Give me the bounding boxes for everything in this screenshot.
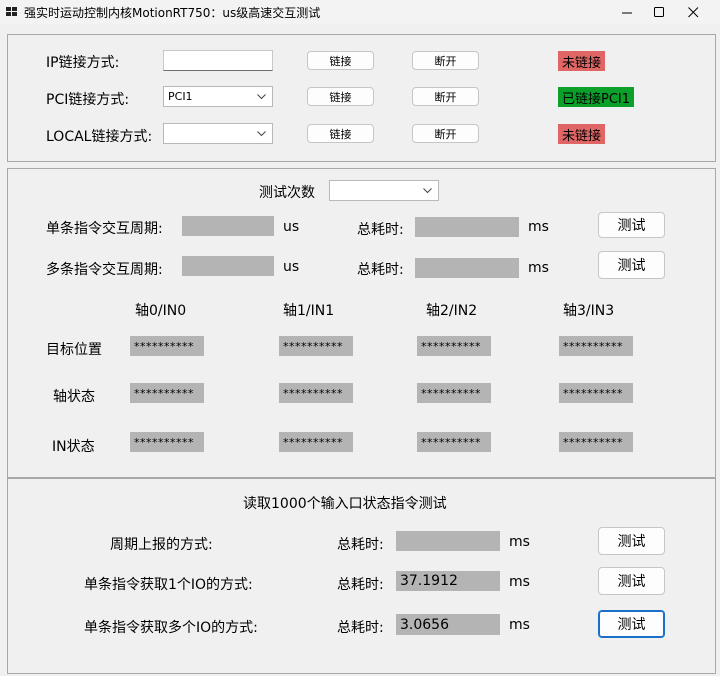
- axis-status-label: 轴状态: [53, 389, 95, 405]
- axis-status-axis0: **********: [130, 383, 204, 403]
- local-disconnect-button[interactable]: 断开: [412, 124, 479, 143]
- axis-status-axis2: **********: [417, 383, 491, 403]
- multi-io-total-value: 3.0656: [396, 614, 500, 635]
- single-test-button[interactable]: 测试: [598, 212, 665, 238]
- single-cycle-value: [182, 216, 274, 236]
- single-cycle-unit: us: [283, 219, 300, 235]
- axis-status-axis3: **********: [559, 383, 633, 403]
- in-status-label: IN状态: [52, 439, 95, 455]
- single-io-total-label: 总耗时:: [337, 577, 384, 593]
- close-icon: [687, 6, 698, 17]
- target-position-axis2: **********: [417, 336, 491, 356]
- axis-status-axis1: **********: [279, 383, 353, 403]
- multi-cycle-value: [182, 256, 274, 276]
- ip-status-badge: 未链接: [558, 51, 606, 71]
- local-connect-button[interactable]: 链接: [307, 124, 374, 143]
- app-icon: [6, 7, 18, 17]
- multi-io-test-button[interactable]: 测试: [598, 610, 665, 638]
- title-bar[interactable]: 强实时运动控制内核MotionRT750：us级高速交互测试: [0, 0, 720, 24]
- single-io-test-button[interactable]: 测试: [598, 567, 665, 595]
- target-position-label: 目标位置: [46, 342, 102, 358]
- pci-select[interactable]: PCI1: [163, 86, 273, 107]
- single-total-value: [415, 217, 519, 237]
- axis-header-0: 轴0/IN0: [135, 303, 187, 319]
- multi-cycle-label: 多条指令交互周期:: [46, 262, 163, 278]
- ip-connect-button[interactable]: 链接: [307, 51, 374, 70]
- io-test-title: 读取1000个输入口状态指令测试: [243, 496, 447, 512]
- periodic-total-unit: ms: [509, 534, 530, 550]
- single-cycle-label: 单条指令交互周期:: [46, 221, 163, 237]
- multi-test-button[interactable]: 测试: [598, 251, 665, 279]
- in-status-axis3: **********: [559, 432, 633, 452]
- single-total-label: 总耗时:: [357, 222, 404, 238]
- local-status-badge: 未链接: [558, 124, 606, 144]
- pci-connect-button[interactable]: 链接: [307, 87, 374, 106]
- window-title: 强实时运动控制内核MotionRT750：us级高速交互测试: [24, 6, 321, 20]
- periodic-report-label: 周期上报的方式:: [110, 537, 213, 553]
- ip-connect-label: IP链接方式:: [46, 55, 120, 71]
- minimize-icon: [621, 12, 632, 13]
- target-position-axis0: **********: [130, 336, 204, 356]
- multi-total-label: 总耗时:: [357, 262, 404, 278]
- single-io-label: 单条指令获取1个IO的方式:: [84, 577, 253, 593]
- multi-io-label: 单条指令获取多个IO的方式:: [84, 620, 258, 636]
- axis-header-3: 轴3/IN3: [563, 303, 615, 319]
- pci-status-badge: 已链接PCI1: [558, 87, 635, 107]
- target-position-axis3: **********: [559, 336, 633, 356]
- test-count-select[interactable]: [329, 180, 439, 201]
- in-status-axis0: **********: [130, 432, 204, 452]
- maximize-icon: [653, 6, 664, 17]
- local-connect-label: LOCAL链接方式:: [46, 129, 153, 145]
- periodic-total-value: [396, 531, 500, 551]
- close-button[interactable]: [670, 0, 716, 24]
- multi-total-value: [415, 258, 519, 278]
- axis-header-1: 轴1/IN1: [283, 303, 335, 319]
- single-io-total-unit: ms: [509, 574, 530, 590]
- multi-io-total-unit: ms: [509, 617, 530, 633]
- local-select[interactable]: [163, 123, 273, 144]
- target-position-axis1: **********: [279, 336, 353, 356]
- multi-total-unit: ms: [528, 260, 549, 276]
- pci-disconnect-button[interactable]: 断开: [412, 87, 479, 106]
- in-status-axis1: **********: [279, 432, 353, 452]
- ip-address-input[interactable]: [163, 50, 273, 71]
- chevron-down-icon: [257, 93, 266, 99]
- test-count-label: 测试次数: [259, 185, 315, 201]
- chevron-down-icon: [423, 187, 432, 193]
- multi-cycle-unit: us: [283, 259, 300, 275]
- in-status-axis2: **********: [417, 432, 491, 452]
- periodic-test-button[interactable]: 测试: [598, 527, 665, 555]
- axis-header-2: 轴2/IN2: [426, 303, 478, 319]
- pci-connect-label: PCI链接方式:: [46, 92, 130, 108]
- ip-disconnect-button[interactable]: 断开: [412, 51, 479, 70]
- single-io-total-value: 37.1912: [396, 571, 500, 591]
- multi-io-total-label: 总耗时:: [337, 620, 384, 636]
- chevron-down-icon: [257, 130, 266, 136]
- single-total-unit: ms: [528, 219, 549, 235]
- periodic-total-label: 总耗时:: [337, 537, 384, 553]
- pci-select-value: PCI1: [168, 90, 193, 103]
